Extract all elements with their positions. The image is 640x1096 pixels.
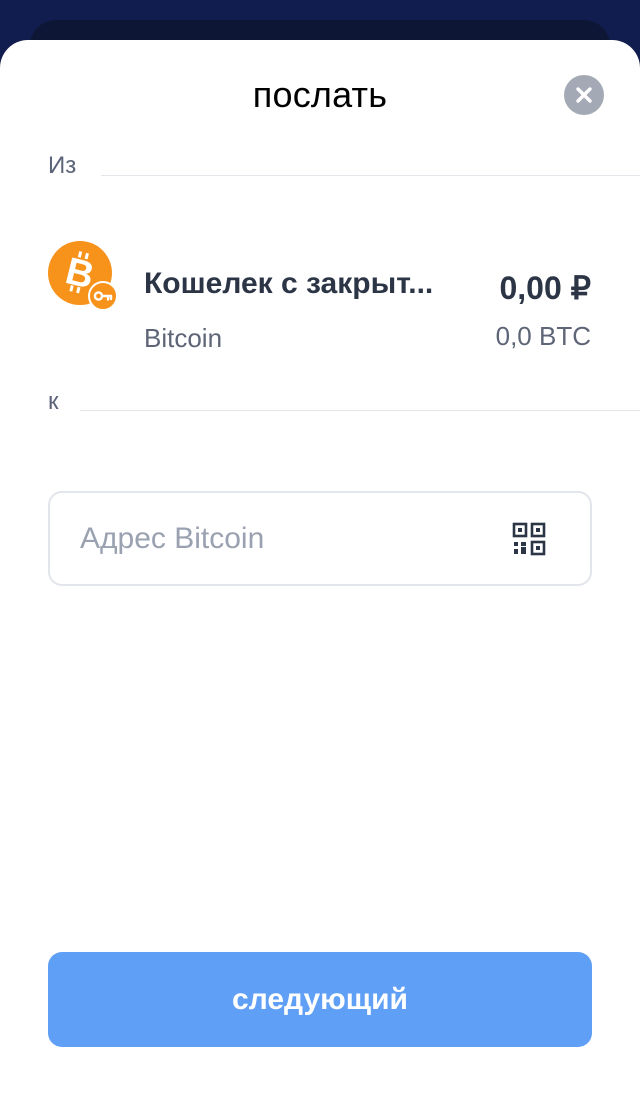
- to-label: к: [48, 388, 59, 415]
- wallet-network: Bitcoin: [144, 323, 223, 353]
- next-button[interactable]: следующий: [48, 952, 592, 1047]
- qr-code-icon: [512, 522, 546, 556]
- sheet-title: послать: [252, 74, 388, 115]
- close-button[interactable]: [564, 75, 604, 115]
- to-divider: [80, 410, 640, 411]
- wallet-name: Кошелек с закрыт...: [144, 267, 434, 300]
- scan-qr-button[interactable]: [512, 522, 546, 556]
- send-sheet: послать Из B Кошелек с закрыт... Bitcoin…: [0, 40, 640, 1096]
- close-icon: [576, 87, 592, 103]
- address-input[interactable]: [80, 517, 480, 561]
- key-icon: [88, 281, 118, 311]
- screen: послать Из B Кошелек с закрыт... Bitcoin…: [0, 0, 640, 1096]
- from-label: Из: [48, 152, 77, 179]
- wallet-fiat-balance: 0,00 ₽: [499, 270, 591, 306]
- from-divider: [101, 175, 640, 176]
- address-field[interactable]: [48, 491, 592, 586]
- wallet-crypto-balance: 0,0 BTC: [495, 321, 591, 351]
